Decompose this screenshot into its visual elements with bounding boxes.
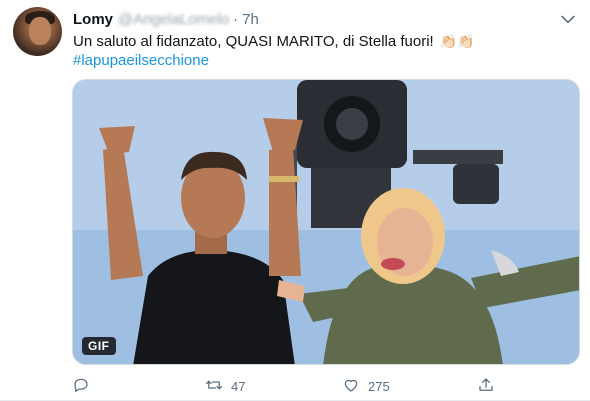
clapping-hands-emoji: 👏🏻👏🏻 (439, 33, 475, 49)
retweet-icon (205, 376, 223, 397)
gif-badge: GIF (82, 337, 116, 355)
author-name[interactable]: Lomy (73, 11, 113, 28)
gif-media[interactable]: GIF (72, 79, 580, 365)
timestamp[interactable]: 7h (242, 11, 259, 28)
tweet-text: Un saluto al fidanzato, QUASI MARITO, di… (73, 32, 475, 51)
hashtag-link[interactable]: #lapupaeilsecchione (73, 51, 209, 70)
retweet-button[interactable]: 47 (205, 374, 245, 398)
separator-dot: · (233, 10, 239, 28)
like-button[interactable]: 275 (342, 374, 390, 398)
tweet[interactable]: Lomy @AngelaLomelo · 7h Un saluto al fid… (0, 0, 590, 401)
like-count: 275 (368, 378, 390, 394)
tweet-text-body: Un saluto al fidanzato, QUASI MARITO, di… (73, 33, 434, 50)
chevron-down-icon[interactable] (558, 9, 578, 29)
author-handle[interactable]: @AngelaLomelo (118, 11, 229, 28)
tweet-header: Lomy @AngelaLomelo · 7h (73, 9, 560, 29)
reply-button[interactable] (72, 374, 98, 398)
reply-icon (72, 376, 90, 397)
retweet-count: 47 (231, 378, 246, 394)
share-button[interactable] (477, 374, 495, 398)
share-icon (477, 376, 495, 397)
heart-icon (342, 376, 360, 397)
avatar-face (29, 17, 51, 45)
tweet-actions: 47 275 (72, 374, 512, 398)
avatar[interactable] (13, 7, 62, 56)
gif-frame-illustration (73, 80, 579, 364)
